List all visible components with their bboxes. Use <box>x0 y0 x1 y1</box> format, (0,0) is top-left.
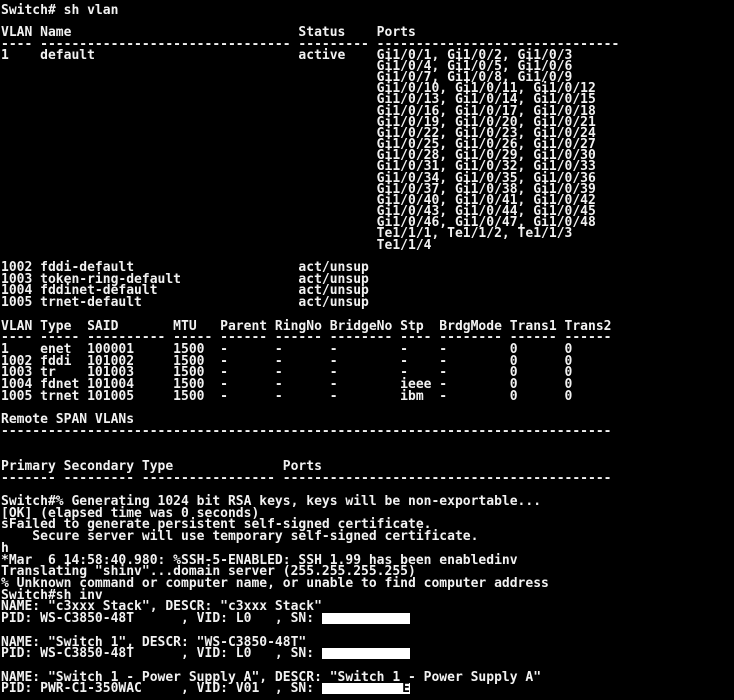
terminal-line: ​ <box>1 438 611 450</box>
redacted-serial-number <box>321 613 410 625</box>
terminal-line: ----------------------------------------… <box>1 423 612 439</box>
terminal-line: Secure server will use temporary self-si… <box>1 529 479 545</box>
inventory-pid-line: PID: WS-C3850-48T , VID: L0 , SN: <box>1 611 611 627</box>
terminal-line: 1005 trnet-default act/unsup <box>1 295 369 311</box>
terminal-line: ------- --------- ----------------- ----… <box>1 470 612 486</box>
redacted-serial-number: E <box>321 682 410 695</box>
terminal-line: Te1/1/4 <box>1 237 432 253</box>
inventory-pid-text: PID: WS-C3850-48T , VID: L0 , SN: <box>1 646 322 662</box>
inventory-pid-line: PID: PWR-C1-350WAC , VID: V01 , SN: E <box>1 681 611 697</box>
terminal-output-vlan-brief: Switch# sh vlan​VLAN Name Status Ports--… <box>1 3 619 253</box>
terminal-line: Switch# sh vlan <box>1 3 119 18</box>
terminal-output: 1002 fddi-default act/unsup 1003 token-ri… <box>1 261 612 697</box>
inventory-pid-line: PID: WS-C3850-48T , VID: L0 , SN: <box>1 646 611 662</box>
inventory-pid-text: PID: PWR-C1-350WAC , VID: V01 , SN: <box>1 681 322 697</box>
redacted-serial-number <box>321 648 410 660</box>
inventory-pid-text: PID: WS-C3850-48T , VID: L0 , SN: <box>1 611 322 627</box>
terminal-line: 1005 trnet 101005 1500 - - - ibm - 0 0 <box>1 388 573 404</box>
